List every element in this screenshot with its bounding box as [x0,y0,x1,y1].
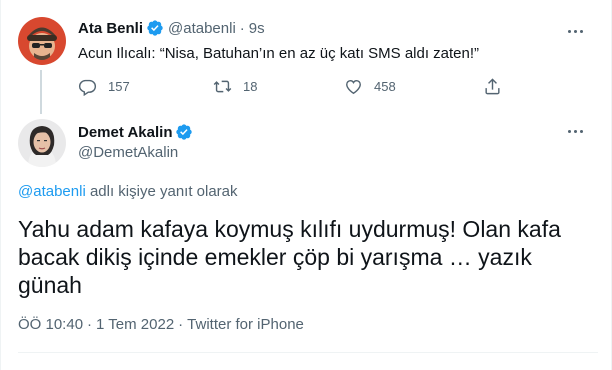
author-handle[interactable]: @atabenli [168,20,236,37]
like-count: 458 [374,79,396,94]
tweet-time[interactable]: ÖÖ 10:40 [18,316,83,333]
reply-icon [78,79,97,96]
tweet-actions: 157 18 458 [78,77,508,99]
share-button[interactable] [483,77,502,96]
author-handle[interactable]: @DemetAkalin [78,144,178,161]
avatar[interactable] [18,119,66,167]
author-name[interactable]: Demet Akalin [78,124,172,141]
share-icon [485,78,500,95]
author-name[interactable]: Ata Benli [78,20,143,37]
reply-to-label: adlı kişiye yanıt olarak [85,183,238,200]
tweet-metadata: ÖÖ 10:40 · 1 Tem 2022 · Twitter for iPhone [18,316,304,333]
more-icon[interactable] [565,21,585,41]
reply-button[interactable]: 157 [78,77,130,96]
verified-badge-icon [146,19,164,37]
main-tweet-header: Demet Akalin [78,123,197,141]
separator-dot: · [178,316,184,333]
main-tweet-text: Yahu adam kafaya koymuş kılıfı uydurmuş!… [18,216,561,298]
tweet-time[interactable]: 9s [249,20,265,37]
avatar[interactable] [18,17,66,65]
parent-tweet-text: Acun Ilıcalı: “Nisa, Batuhan’ın en az üç… [78,45,480,62]
retweet-count: 18 [243,79,258,94]
separator-dot: · [239,19,245,37]
reply-mention-link[interactable]: @atabenli [18,183,86,200]
tweet-source: Twitter for iPhone [187,316,304,333]
tweet-date[interactable]: 1 Tem 2022 [96,316,174,333]
retweet-icon [213,80,232,93]
thread-connector [40,70,42,114]
parent-tweet-header: Ata Benli @atabenli · 9s [78,19,265,37]
like-icon [346,80,361,95]
verified-badge-icon [175,123,193,141]
like-button[interactable]: 458 [344,77,396,96]
divider [18,352,598,353]
retweet-button[interactable]: 18 [213,77,257,96]
more-icon[interactable] [565,121,585,141]
separator-dot: · [87,316,93,333]
reply-count: 157 [108,79,130,94]
replying-to: @atabenli adlı kişiye yanıt olarak [18,183,238,200]
